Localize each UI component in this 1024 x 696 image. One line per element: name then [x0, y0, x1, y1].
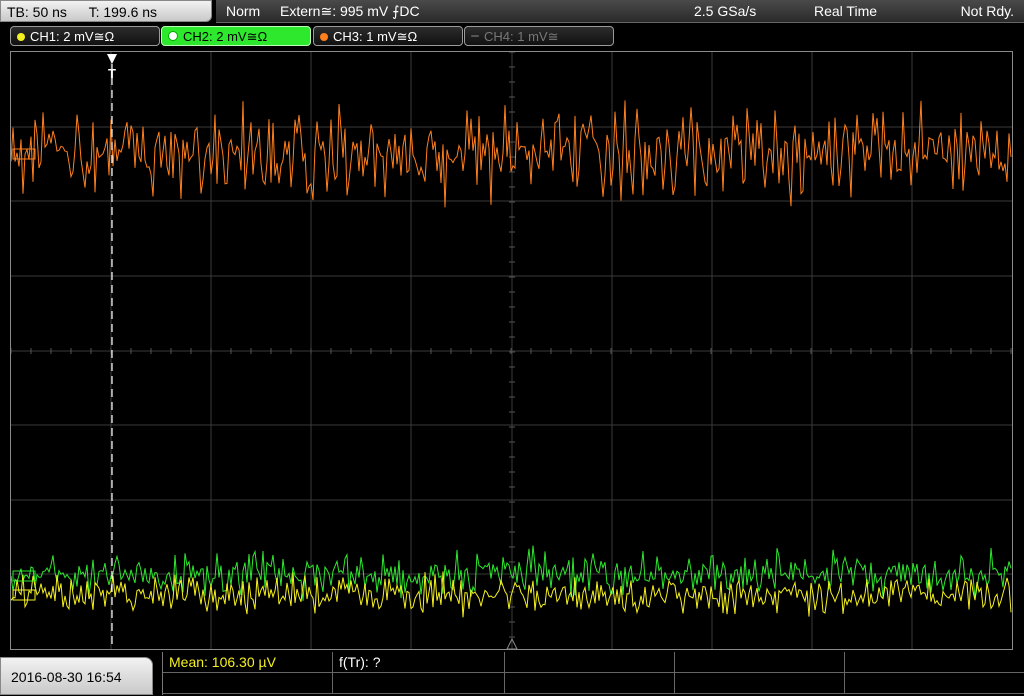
timebase-label: TB: 50 ns [7, 4, 67, 20]
trigger-mode[interactable]: Norm [226, 0, 260, 22]
measurement-cell [333, 673, 505, 694]
measurement-cell [845, 652, 1024, 673]
measurement-cell [675, 652, 845, 673]
channel-ch2-tab[interactable]: CH2: 2 mV≅Ω [161, 26, 311, 46]
measurement-cell [505, 652, 675, 673]
channel-ch3-tab[interactable]: CH3: 1 mV≅Ω [313, 26, 463, 46]
measurement-cell [845, 673, 1024, 694]
trace-ch1 [11, 571, 1012, 618]
measurement-cell [505, 673, 675, 694]
ch2-label: CH2: 2 mV≅Ω [183, 29, 268, 44]
acquisition-state: Not Rdy. [960, 3, 1014, 19]
channel-ch1-tab[interactable]: CH1: 2 mV≅Ω [10, 26, 160, 46]
measurement-cell [675, 673, 845, 694]
waveform-traces [11, 100, 1012, 618]
ch3-label: CH3: 1 mV≅Ω [333, 29, 418, 44]
ch2-indicator-icon [168, 31, 178, 41]
status-bar: Norm Extern≅: 995 mV ⨍DC 2.5 GSa/s Real … [216, 0, 1024, 23]
trigger-time-label: T: 199.6 ns [88, 4, 158, 20]
sample-rate: 2.5 GSa/s [694, 3, 757, 19]
measurement-rise-freq[interactable]: f(Tr): ? [339, 652, 380, 672]
datetime-display: 2016-08-30 16:54 [0, 657, 153, 695]
ch4-label: CH4: 1 mV≅ [484, 29, 559, 44]
ch1-label: CH1: 2 mV≅Ω [30, 29, 115, 44]
ch1-indicator-icon [17, 33, 25, 41]
ch3-indicator-icon [320, 33, 328, 41]
waveform-display[interactable]: T [10, 51, 1013, 650]
channel-tabs: CH1: 2 mV≅Ω CH2: 2 mV≅Ω CH3: 1 mV≅Ω CH4:… [0, 26, 1024, 48]
ch4-indicator-icon [471, 35, 479, 37]
measurement-panel[interactable]: Mean: 106.30 µV f(Tr): ? [162, 652, 1024, 695]
trigger-arrow-icon [107, 54, 117, 64]
measurement-mean[interactable]: Mean: 106.30 µV [169, 652, 276, 672]
trace-ch3 [11, 100, 1012, 208]
waveform-canvas[interactable]: T [11, 52, 1012, 649]
trigger-source[interactable]: Extern≅: 995 mV ⨍DC [280, 0, 420, 22]
acquisition-mode[interactable]: Real Time [814, 0, 877, 22]
trigger-marker-label: T [108, 66, 116, 81]
bottom-bar: 2016-08-30 16:54 Mean: 106.30 µV f(Tr): … [0, 652, 1024, 695]
channel-ch4-tab[interactable]: CH4: 1 mV≅ [464, 26, 614, 46]
ch2-offset-icon [12, 570, 36, 582]
measurement-cell [163, 673, 333, 694]
top-bar: TB: 50 ns T: 199.6 ns Norm Extern≅: 995 … [0, 0, 1024, 24]
timebase-box[interactable]: TB: 50 ns T: 199.6 ns [0, 0, 212, 22]
